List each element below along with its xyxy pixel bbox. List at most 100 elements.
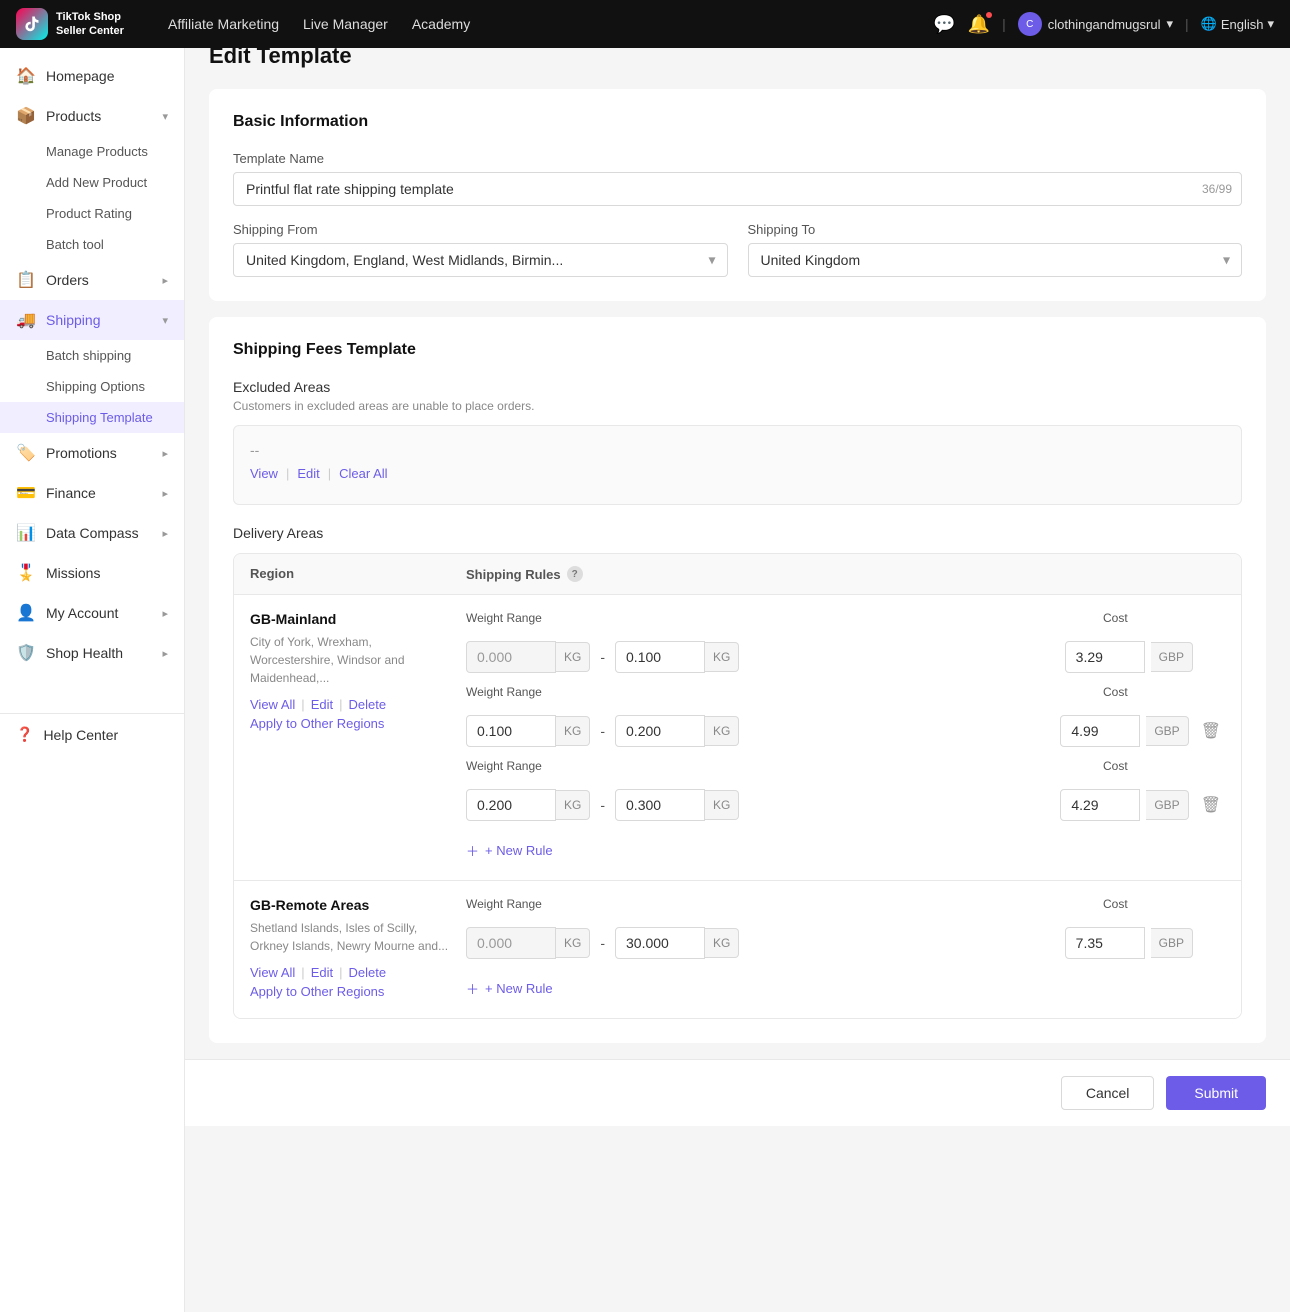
shipping-from-select[interactable]: United Kingdom, England, West Midlands, … [233,243,728,277]
nav-affiliate-marketing[interactable]: Affiliate Marketing [168,16,279,32]
template-name-group: Template Name 36/99 [233,151,1242,206]
sidebar-subitem-shipping-template[interactable]: Shipping Template [0,402,184,433]
rule-2-from-input[interactable] [466,715,556,747]
sidebar-label-shipping: Shipping [46,312,101,328]
template-name-input[interactable] [233,172,1242,206]
gb-mainland-delete[interactable]: Delete [348,697,386,712]
sidebar-label-missions: Missions [46,565,100,581]
rule-2-cost-group: GBP [1060,715,1188,747]
template-name-label: Template Name [233,151,1242,166]
gb-remote-apply-actions: Apply to Other Regions [250,984,450,999]
gb-mainland-apply-to-other[interactable]: Apply to Other Regions [250,716,384,731]
data-compass-icon: 📊 [16,523,36,543]
rule-3-delete-button[interactable]: 🗑 [1197,791,1225,819]
submit-button[interactable]: Submit [1166,1076,1266,1110]
excluded-edit-link[interactable]: Edit [297,466,319,481]
gb-remote-new-rule-button[interactable]: ＋ + New Rule [466,975,1225,1002]
rule-2-delete-button[interactable]: 🗑 [1197,717,1225,745]
gb-mainland-view-all[interactable]: View All [250,697,295,712]
rule-2-from-unit: KG [556,716,590,746]
rule-2-cost-input[interactable] [1060,715,1140,747]
list-item: KG - KG GBP [466,789,1225,821]
rule-1-dash: - [596,649,609,665]
sidebar-item-orders[interactable]: 📋 Orders ▸ [0,260,184,300]
gb-remote-apply-to-other[interactable]: Apply to Other Regions [250,984,384,999]
nav-academy[interactable]: Academy [412,16,470,32]
rule-3-to-group: KG [615,789,739,821]
rule-3-to-input[interactable] [615,789,705,821]
sidebar-subitem-manage-products[interactable]: Manage Products [0,136,184,167]
sidebar-item-finance[interactable]: 💳 Finance ▸ [0,473,184,513]
list-item: KG - KG GBP [466,715,1225,747]
rule-3-from-group: KG [466,789,590,821]
shipping-to-select[interactable]: United Kingdom [748,243,1243,277]
help-icon: ❓ [16,726,33,743]
excluded-dash: -- [250,442,1225,458]
sidebar-subitem-batch-shipping[interactable]: Batch shipping [0,340,184,371]
rule-2-to-input[interactable] [615,715,705,747]
user-chevron: ▾ [1166,16,1173,32]
gb-remote-actions: View All | Edit | Delete [250,965,450,980]
sidebar-subitem-shipping-options[interactable]: Shipping Options [0,371,184,402]
main-content: ‹ Shipping Fees Template Edit Template B… [185,0,1290,1126]
sidebar-item-promotions[interactable]: 🏷️ Promotions ▸ [0,433,184,473]
sidebar-subitem-product-rating[interactable]: Product Rating [0,198,184,229]
sidebar-subitem-add-product[interactable]: Add New Product [0,167,184,198]
rule-headers-row: Weight Range Cost [466,611,1225,629]
rule-1-to-input[interactable] [615,641,705,673]
shipping-rules-info-icon[interactable]: ? [567,566,583,582]
gb-remote-delete[interactable]: Delete [348,965,386,980]
sidebar-item-shop-health[interactable]: 🛡️ Shop Health ▸ [0,633,184,673]
lang-label: English [1221,17,1264,32]
gb-mainland-new-rule-button[interactable]: ＋ + New Rule [466,837,1225,864]
rule-3-from-unit: KG [556,790,590,820]
excluded-clear-link[interactable]: Clear All [339,466,387,481]
sidebar-item-products[interactable]: 📦 Products ▾ [0,96,184,136]
nav-live-manager[interactable]: Live Manager [303,16,388,32]
excluded-actions: View | Edit | Clear All [250,466,1225,481]
shipping-to-select-wrap: United Kingdom [748,243,1243,277]
sidebar-item-homepage[interactable]: 🏠 Homepage [0,56,184,96]
cancel-button[interactable]: Cancel [1061,1076,1155,1110]
excluded-areas-section: Excluded Areas Customers in excluded are… [233,379,1242,505]
rule-1-from-input [466,641,556,673]
excluded-view-link[interactable]: View [250,466,278,481]
notification-icon[interactable]: 🔔 [968,14,990,35]
sidebar-item-help-center[interactable]: ❓ Help Center [0,713,184,755]
plus-icon-2: ＋ [466,979,479,998]
products-submenu: Manage Products Add New Product Product … [0,136,184,260]
sidebar-item-my-account[interactable]: 👤 My Account ▸ [0,593,184,633]
excluded-areas-box: -- View | Edit | Clear All [233,425,1242,505]
rule-3-cost-input[interactable] [1060,789,1140,821]
user-menu[interactable]: C clothingandmugsrul ▾ [1018,12,1173,36]
sidebar-item-shipping[interactable]: 🚚 Shipping ▾ [0,300,184,340]
region-gb-mainland: GB-Mainland City of York, Wrexham, Worce… [250,611,450,864]
logo-text: TikTok ShopSeller Center [56,10,124,39]
delivery-areas-section: Delivery Areas Region Shipping Rules ? G… [233,525,1242,1019]
gb-remote-edit[interactable]: Edit [311,965,333,980]
sidebar-subitem-batch-tool[interactable]: Batch tool [0,229,184,260]
gb-mainland-name: GB-Mainland [250,611,450,627]
sidebar-label-orders: Orders [46,272,89,288]
remote-rule-1-to-input[interactable] [615,927,705,959]
gb-remote-view-all[interactable]: View All [250,965,295,980]
chat-icon[interactable]: 💬 [933,14,955,35]
rule-1-cost-input[interactable] [1065,641,1145,673]
rule-3-cost-unit: GBP [1146,790,1188,820]
gb-mainland-edit[interactable]: Edit [311,697,333,712]
language-selector[interactable]: 🌐 English ▾ [1201,16,1274,32]
shipping-chevron: ▾ [162,314,168,327]
remote-rule-1-cost-input[interactable] [1065,927,1145,959]
username: clothingandmugsrul [1048,17,1161,32]
lang-chevron: ▾ [1267,16,1274,32]
help-center-label: Help Center [43,727,118,743]
excluded-areas-desc: Customers in excluded areas are unable t… [233,399,1242,413]
logo[interactable]: TikTok ShopSeller Center [16,8,136,40]
rule-3-from-input[interactable] [466,789,556,821]
sidebar-item-data-compass[interactable]: 📊 Data Compass ▸ [0,513,184,553]
sidebar-item-missions[interactable]: 🎖️ Missions [0,553,184,593]
sidebar: 🏠 Homepage 📦 Products ▾ Manage Products … [0,48,185,1312]
delivery-areas-label: Delivery Areas [233,525,1242,541]
shipping-from-label: Shipping From [233,222,728,237]
rule-2-inputs: KG - KG [466,715,1052,747]
